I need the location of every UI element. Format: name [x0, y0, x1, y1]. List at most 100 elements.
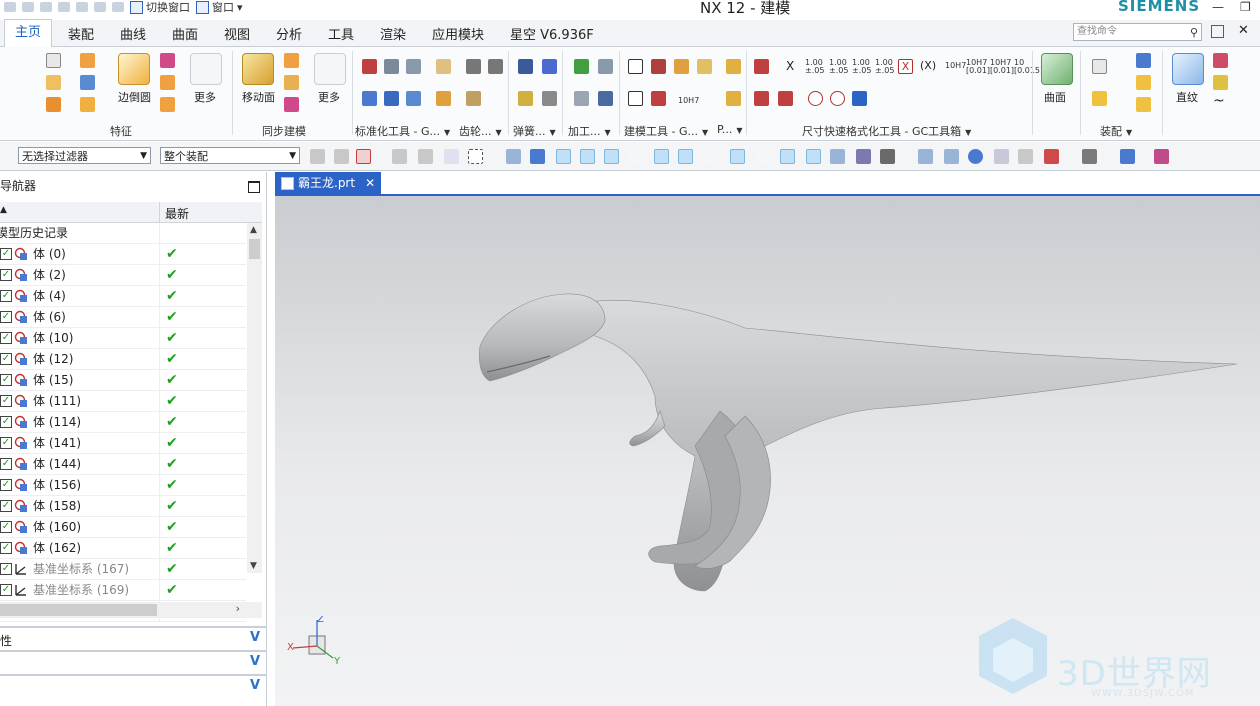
swept-icon[interactable]	[1213, 75, 1228, 90]
chamfer-icon[interactable]	[160, 53, 175, 68]
tolerance-3-button[interactable]: 1.00 ±.05	[852, 59, 871, 75]
tolerance-4-button[interactable]: 1.00 ±.05	[875, 59, 894, 75]
view-triad[interactable]: Z X Y	[287, 616, 347, 676]
navigator-row[interactable]: ✓ 体 (111) ✔	[0, 391, 246, 412]
sketch-icon[interactable]	[46, 53, 61, 68]
snap-face-icon[interactable]	[830, 149, 845, 164]
tab-applications[interactable]: 应用模块	[432, 24, 484, 43]
touch-mode-icon[interactable]	[112, 2, 124, 12]
edge-blend-button[interactable]: 边倒圆	[118, 89, 151, 105]
fit-10h7-tol-2-button[interactable]: 10H7 [0.01]	[990, 59, 1014, 75]
navigator-row[interactable]: ✓ 体 (162) ✔	[0, 538, 246, 559]
scroll-right-icon[interactable]: ›	[236, 602, 240, 615]
diameter-alt-icon[interactable]	[830, 91, 845, 106]
render-style-icon[interactable]	[1044, 149, 1059, 164]
document-tab[interactable]: 霸王龙.prt ✕	[275, 172, 382, 194]
add-component-icon[interactable]	[1092, 91, 1107, 106]
visibility-checkbox[interactable]: ✓	[0, 374, 12, 386]
edit-section-icon[interactable]	[1154, 149, 1169, 164]
hole-icon[interactable]	[46, 75, 61, 90]
navigator-row[interactable]: ✓ 基准坐标系 (169) ✔	[0, 580, 246, 601]
navigator-row[interactable]: ✓ 体 (10) ✔	[0, 328, 246, 349]
type-filter-select[interactable]: 无选择过滤器 ▼	[18, 147, 151, 164]
tab-surface[interactable]: 曲面	[172, 24, 198, 43]
chevron-down-icon[interactable]: V	[250, 678, 260, 693]
switch-window-button[interactable]: 切换窗口	[130, 0, 190, 15]
std-stack-icon[interactable]	[384, 59, 399, 74]
tab-view[interactable]: 视图	[224, 24, 250, 43]
std-washer-icon[interactable]	[406, 91, 421, 106]
snap-point-icon[interactable]	[556, 149, 571, 164]
snap-quadrant-icon[interactable]	[756, 149, 771, 164]
navigator-row[interactable]: ✓ 体 (2) ✔	[0, 265, 246, 286]
rectangle-select-icon[interactable]	[468, 149, 483, 164]
pan-icon[interactable]	[994, 149, 1009, 164]
filter-solid-icon[interactable]	[506, 149, 521, 164]
visibility-checkbox[interactable]: ✓	[0, 542, 12, 554]
datum-plane-icon[interactable]	[80, 75, 95, 90]
more-sync-icon[interactable]	[314, 53, 346, 85]
draft-icon[interactable]	[160, 75, 175, 90]
visibility-checkbox[interactable]: ✓	[0, 500, 12, 512]
visibility-checkbox[interactable]: ✓	[0, 584, 12, 596]
filter-cube-icon[interactable]	[530, 149, 545, 164]
snap-bounded-icon[interactable]	[856, 149, 871, 164]
snap-intersection-icon[interactable]	[780, 149, 795, 164]
latest-column[interactable]: 最新	[165, 205, 189, 222]
move-component-icon[interactable]	[1136, 75, 1151, 90]
snap-end-icon[interactable]	[580, 149, 595, 164]
snap-center-icon[interactable]	[730, 149, 745, 164]
zoom-icon[interactable]	[944, 149, 959, 164]
window-menu-button[interactable]: 窗口 ▾	[196, 0, 243, 15]
rotate-icon[interactable]	[968, 149, 983, 164]
more-features-icon[interactable]	[190, 53, 222, 85]
fit-10h7-button[interactable]: 10H7	[945, 62, 966, 70]
scroll-down-icon[interactable]: ▼	[250, 561, 257, 571]
navigator-row[interactable]: ✓ 体 (15) ✔	[0, 370, 246, 391]
more-sync-button[interactable]: 更多	[318, 89, 340, 105]
tab-analysis[interactable]: 分析	[276, 24, 302, 43]
visibility-checkbox[interactable]: ✓	[0, 521, 12, 533]
undo-icon[interactable]	[4, 2, 16, 12]
select-feature-icon[interactable]	[392, 149, 407, 164]
restore-button[interactable]: ❐	[1240, 0, 1251, 14]
exploded-view-icon[interactable]	[1136, 97, 1151, 112]
select-entity-icon[interactable]	[356, 149, 371, 164]
spring-edit-icon[interactable]	[542, 59, 557, 74]
triangle-icon[interactable]	[628, 59, 643, 74]
fit-label[interactable]: 10H7	[678, 97, 699, 105]
navigator-row[interactable]: ✓ 体 (141) ✔	[0, 433, 246, 454]
close-ribbon-icon[interactable]: ✕	[1238, 23, 1249, 38]
std-part-icon[interactable]	[362, 59, 377, 74]
tab-assembly[interactable]: 装配	[68, 24, 94, 43]
undo-format-icon[interactable]	[852, 91, 867, 106]
tab-curve[interactable]: 曲线	[120, 24, 146, 43]
std-nut-icon[interactable]	[384, 91, 399, 106]
navigator-row[interactable]: ✓ 体 (0) ✔	[0, 244, 246, 265]
ruled-button[interactable]: 直纹	[1176, 89, 1198, 105]
dropdown-arrow-icon[interactable]: ▼	[605, 128, 611, 137]
dropdown-arrow-icon[interactable]: ▼	[550, 128, 556, 137]
slash-dim-icon[interactable]	[754, 91, 769, 106]
studio-surface-icon[interactable]: ~	[1213, 93, 1225, 109]
pattern-icon[interactable]	[160, 97, 175, 112]
more-features-button[interactable]: 更多	[194, 89, 216, 105]
dropdown-arrow-icon[interactable]: ▼	[965, 128, 971, 137]
tab-render[interactable]: 渲染	[380, 24, 406, 43]
maximize-icon[interactable]	[248, 181, 260, 193]
navigator-row[interactable]: ✓ 体 (158) ✔	[0, 496, 246, 517]
through-curves-icon[interactable]	[1213, 53, 1228, 68]
navigator-row[interactable]: ✓ 体 (4) ✔	[0, 286, 246, 307]
select-all-icon[interactable]	[310, 149, 325, 164]
visibility-checkbox[interactable]: ✓	[0, 395, 12, 407]
perspective-icon[interactable]	[1018, 149, 1033, 164]
edge-blend-icon[interactable]	[118, 53, 150, 85]
machining-tool-icon[interactable]	[598, 91, 613, 106]
std-key-icon[interactable]	[436, 91, 451, 106]
x-format-button[interactable]: X	[786, 59, 794, 73]
select-body-icon[interactable]	[418, 149, 433, 164]
pmi-edit-icon[interactable]	[726, 91, 741, 106]
unite-icon[interactable]	[46, 97, 61, 112]
repeat-icon[interactable]	[94, 2, 106, 12]
name-column-sort[interactable]: ▲	[0, 205, 7, 215]
